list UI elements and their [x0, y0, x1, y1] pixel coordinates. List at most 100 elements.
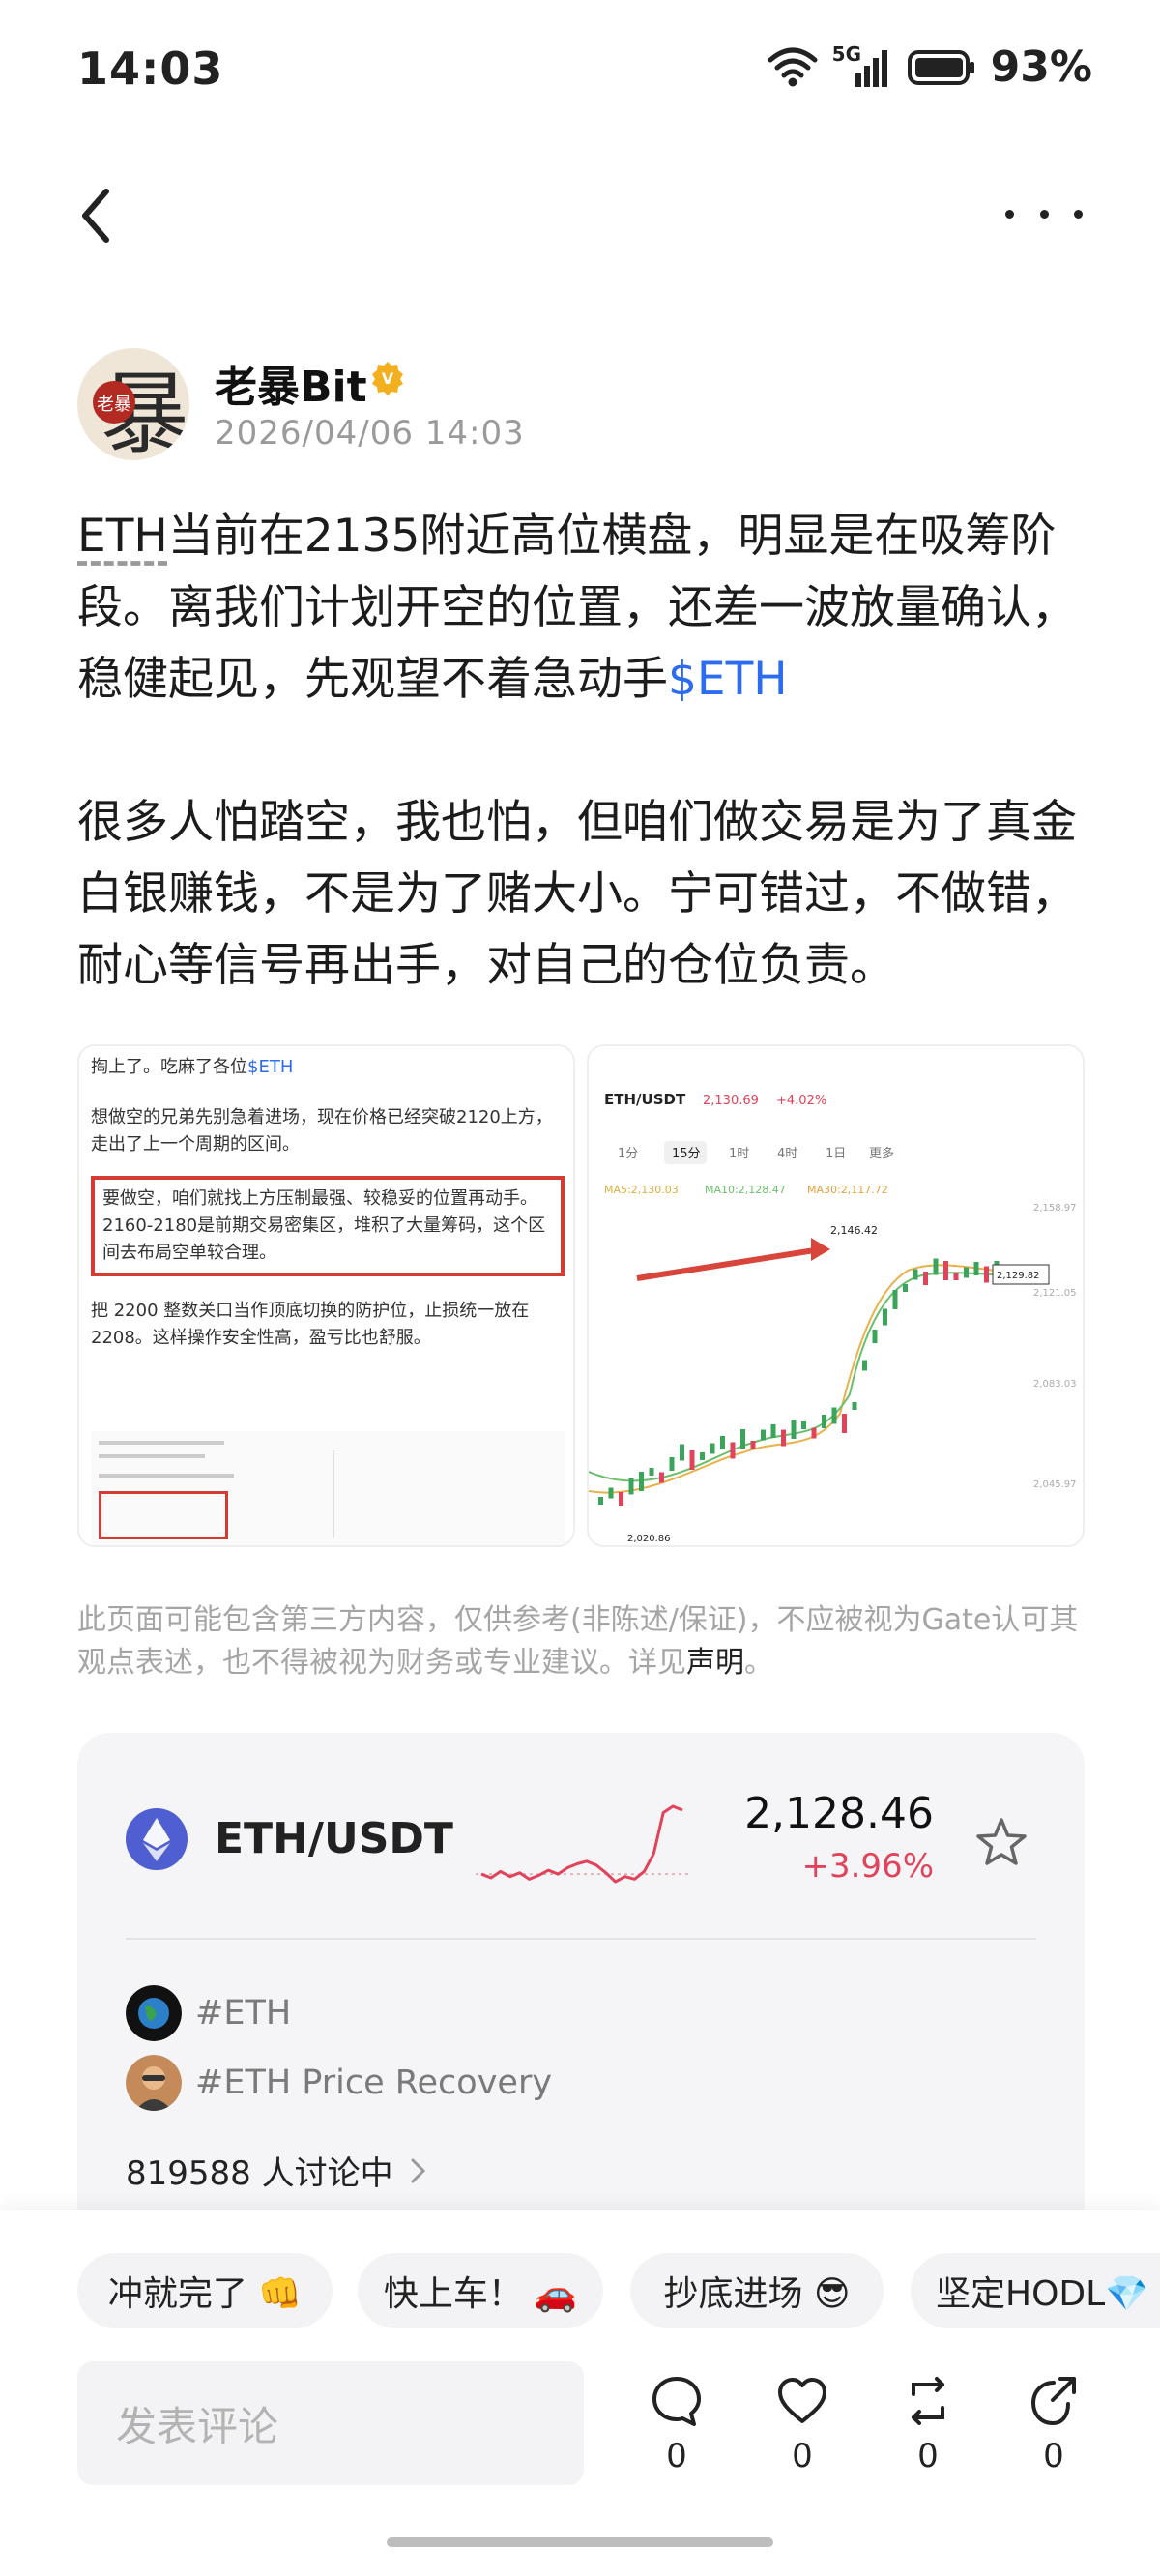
wifi-icon: [768, 47, 818, 86]
img-left-line2: 想做空的兄弟先别急着进场，现在价格已经突破2120上方，走出了上一个周期的区间。: [91, 1107, 553, 1155]
img-right-ma5: MA5:2,130.03: [604, 1184, 679, 1196]
thumbnail-candle: [659, 1472, 664, 1483]
reaction-chips: 冲就完了 👊 快上车！ 🚗 抄底进场 😎 坚定HODL💎: [77, 2253, 1160, 2330]
battery-icon: [907, 49, 974, 85]
reaction-chip-1[interactable]: 冲就完了 👊: [77, 2253, 333, 2328]
like-action[interactable]: 0: [764, 2373, 841, 2489]
home-indicator[interactable]: [387, 2537, 773, 2547]
reaction-chip-3[interactable]: 抄底进场 😎: [630, 2253, 884, 2328]
status-icons: 5G 93%: [767, 43, 1092, 92]
avatar-seal-text: 老暴: [97, 395, 131, 415]
post-image-right-chart[interactable]: ETH/USDT 2,130.69 +4.02% 1分 15分 1时 4时 1日…: [587, 1044, 1085, 1547]
battery-percent: 93%: [990, 43, 1092, 92]
post-image-left[interactable]: 掏上了。吃麻了各位$ETH 想做空的兄弟先别急着进场，现在价格已经突破2120上…: [77, 1044, 575, 1547]
reaction-chip-4[interactable]: 坚定HODL💎: [911, 2253, 1160, 2328]
thumbnail-candle: [781, 1429, 786, 1447]
img-right-ma30: MA30:2,117.72: [807, 1184, 888, 1196]
share-action[interactable]: 0: [1015, 2373, 1092, 2489]
thumbnail-candle: [680, 1444, 684, 1461]
post-time: 2026/04/06 14:03: [215, 414, 525, 453]
author-name[interactable]: 老暴Bit: [215, 352, 367, 414]
img-right-high: 2,146.42: [830, 1224, 878, 1237]
img-left-line3: 把 2200 整数关口当作顶底切换的防护位，止损统一放在 2208。这样操作安全…: [91, 1301, 530, 1348]
thumbnail-candle: [750, 1441, 756, 1449]
reaction-chip-2[interactable]: 快上车！ 🚗: [358, 2253, 603, 2328]
thumbnail-candle: [923, 1272, 928, 1285]
avatar[interactable]: 暴 老暴: [77, 348, 189, 460]
repost-action[interactable]: 0: [889, 2373, 967, 2489]
thumbnail-candle: [598, 1497, 603, 1505]
thumbnail-candle: [842, 1414, 847, 1433]
img-right-tab-6: 更多: [869, 1146, 894, 1161]
comment-action[interactable]: 0: [638, 2373, 715, 2489]
img-right-tab-4: 4时: [777, 1147, 798, 1161]
img-left-line1-text: 掏上了。吃麻了各位: [91, 1057, 247, 1077]
sparkline-line: [480, 1804, 683, 1884]
market-card[interactable]: ETH/USDT 2,128.46 +3.96% #ETH #ETH Price…: [77, 1733, 1085, 2236]
ticker-eth-link[interactable]: ETH: [77, 510, 168, 563]
img-right-ytick-1: 2,158.97: [1033, 1203, 1077, 1214]
disclaimer-text: 此页面可能包含第三方内容，仅供参考(非陈述/保证)，不应被视为Gate认可其观点…: [77, 1603, 1079, 1680]
post-paragraph-1-text: 当前在2135附近高位横盘，明显是在吸筹阶段。离我们计划开空的位置，还差一波放量…: [77, 510, 1077, 706]
person-avatar-icon: [126, 2055, 182, 2111]
thumbnail-candle: [964, 1267, 969, 1278]
img-right-tab-5: 1日: [826, 1147, 846, 1161]
disclaimer-end: 。: [744, 1646, 773, 1680]
thumbnail-candle: [831, 1407, 837, 1424]
thumbnail-candle: [852, 1402, 857, 1410]
thumbnail-candle: [689, 1450, 695, 1470]
thumbnail-candle: [933, 1258, 939, 1275]
topic-eth-price-recovery[interactable]: #ETH Price Recovery: [126, 2054, 552, 2112]
post-paragraph-1: ETH当前在2135附近高位横盘，明显是在吸筹阶段。离我们计划开空的位置，还差一…: [77, 501, 1102, 716]
img-right-tab-3: 1时: [729, 1147, 749, 1161]
comment-icon: [652, 2377, 701, 2426]
img-left-line1: 掏上了。吃麻了各位$ETH: [91, 1054, 565, 1081]
thumbnail-candle: [811, 1427, 817, 1439]
chevron-left-icon[interactable]: [68, 182, 126, 249]
thumbnail-candle: [700, 1452, 705, 1460]
more-dots-icon[interactable]: [1005, 199, 1083, 228]
card-divider: [126, 1938, 1036, 1940]
signal-5g-icon: 5G: [832, 43, 894, 89]
thumbnail-candle: [628, 1478, 634, 1495]
pair-change: +3.96%: [801, 1847, 935, 1886]
thumbnail-candle: [669, 1457, 675, 1471]
thumbnail-candle: [649, 1468, 654, 1476]
post-images: 掏上了。吃麻了各位$ETH 想做空的兄弟先别急着进场，现在价格已经突破2120上…: [77, 1044, 1085, 1547]
thumbnail-candle: [943, 1261, 948, 1280]
thumbnail-candle: [720, 1436, 725, 1449]
thumbnail-candle: [740, 1429, 745, 1449]
img-right-low: 2,020.86: [627, 1534, 671, 1544]
coin-tag-eth[interactable]: $ETH: [668, 653, 788, 706]
eth-logo-icon: [126, 1808, 188, 1870]
img-right-ytick-4: 2,045.97: [1033, 1479, 1077, 1490]
thumbnail-candle: [619, 1492, 624, 1506]
thumbnail-candle: [822, 1415, 826, 1428]
post-body: ETH当前在2135附近高位横盘，明显是在吸筹阶段。离我们计划开空的位置，还差一…: [77, 501, 1102, 1002]
disclaimer: 此页面可能包含第三方内容，仅供参考(非陈述/保证)，不应被视为Gate认可其观点…: [77, 1599, 1102, 1684]
verified-badge-letter: V: [382, 369, 394, 388]
status-bar: 14:03 5G 93%: [0, 0, 1160, 145]
thumbnail-candle: [710, 1443, 715, 1454]
discussion-count-link[interactable]: 819588 人讨论中: [126, 2147, 428, 2194]
img-left-boxed-text: 要做空，咱们就找上方压制最强、较稳妥的位置再动手。2160-2180是前期交易密…: [91, 1176, 565, 1276]
status-time: 14:03: [77, 43, 224, 95]
thumbnail-candle: [953, 1273, 959, 1280]
verified-badge-icon: V: [372, 362, 403, 395]
img-right-ytick-3: 2,083.03: [1033, 1379, 1077, 1390]
comment-count: 0: [666, 2437, 687, 2475]
star-icon[interactable]: [972, 1814, 1030, 1872]
comment-input[interactable]: 发表评论: [77, 2361, 584, 2485]
img-left-tag: $ETH: [247, 1057, 294, 1077]
thumbnail-candle: [639, 1472, 644, 1491]
thumbnail-candle: [791, 1420, 797, 1439]
author-header: 暴 老暴 老暴Bit V 2026/04/06 14:03: [77, 348, 1083, 464]
repost-count: 0: [917, 2437, 939, 2475]
topic-eth[interactable]: #ETH: [126, 1984, 291, 2042]
img-right-current: 2,129.82: [997, 1271, 1040, 1281]
thumbnail-candle: [730, 1442, 736, 1459]
bottom-panel: 冲就完了 👊 快上车！ 🚗 抄底进场 😎 坚定HODL💎 发表评论 0 0 0: [0, 2210, 1160, 2576]
topic-label-2: #ETH Price Recovery: [195, 2064, 553, 2102]
disclaimer-link[interactable]: 声明: [686, 1646, 744, 1680]
pair-name: ETH/USDT: [215, 1814, 453, 1863]
